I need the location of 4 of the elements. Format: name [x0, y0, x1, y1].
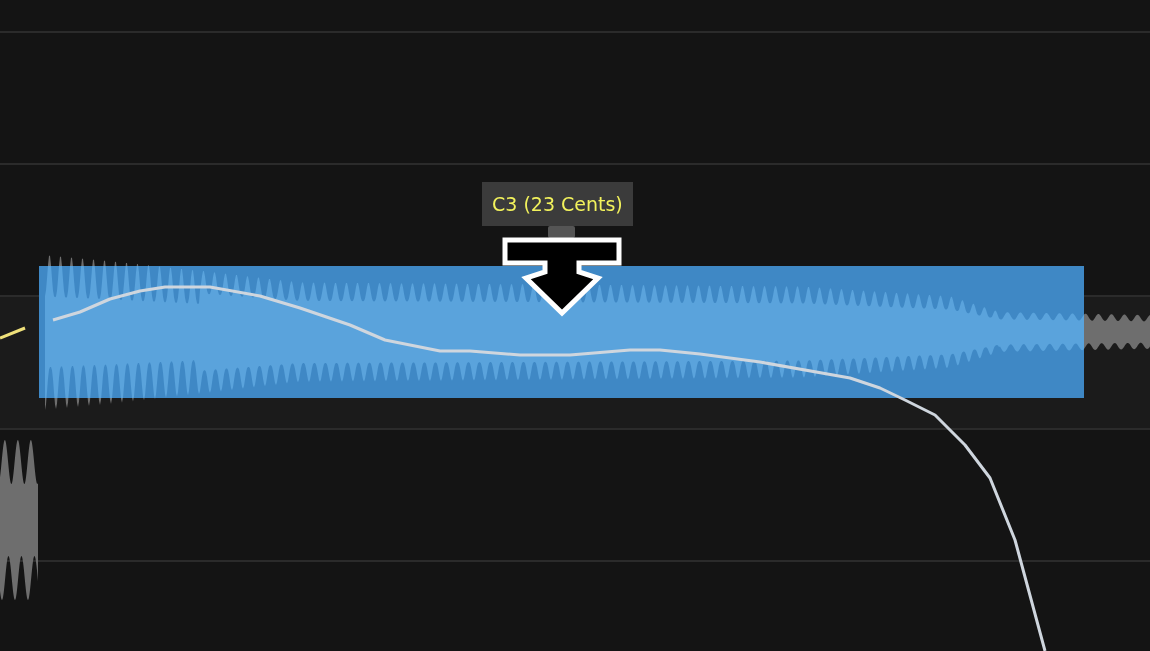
pitch-segment [0, 326, 26, 340]
pitch-drag-cursor-icon [501, 225, 623, 318]
note-blob[interactable] [39, 266, 1084, 398]
pitch-tooltip: C3 (23 Cents) [482, 182, 633, 226]
